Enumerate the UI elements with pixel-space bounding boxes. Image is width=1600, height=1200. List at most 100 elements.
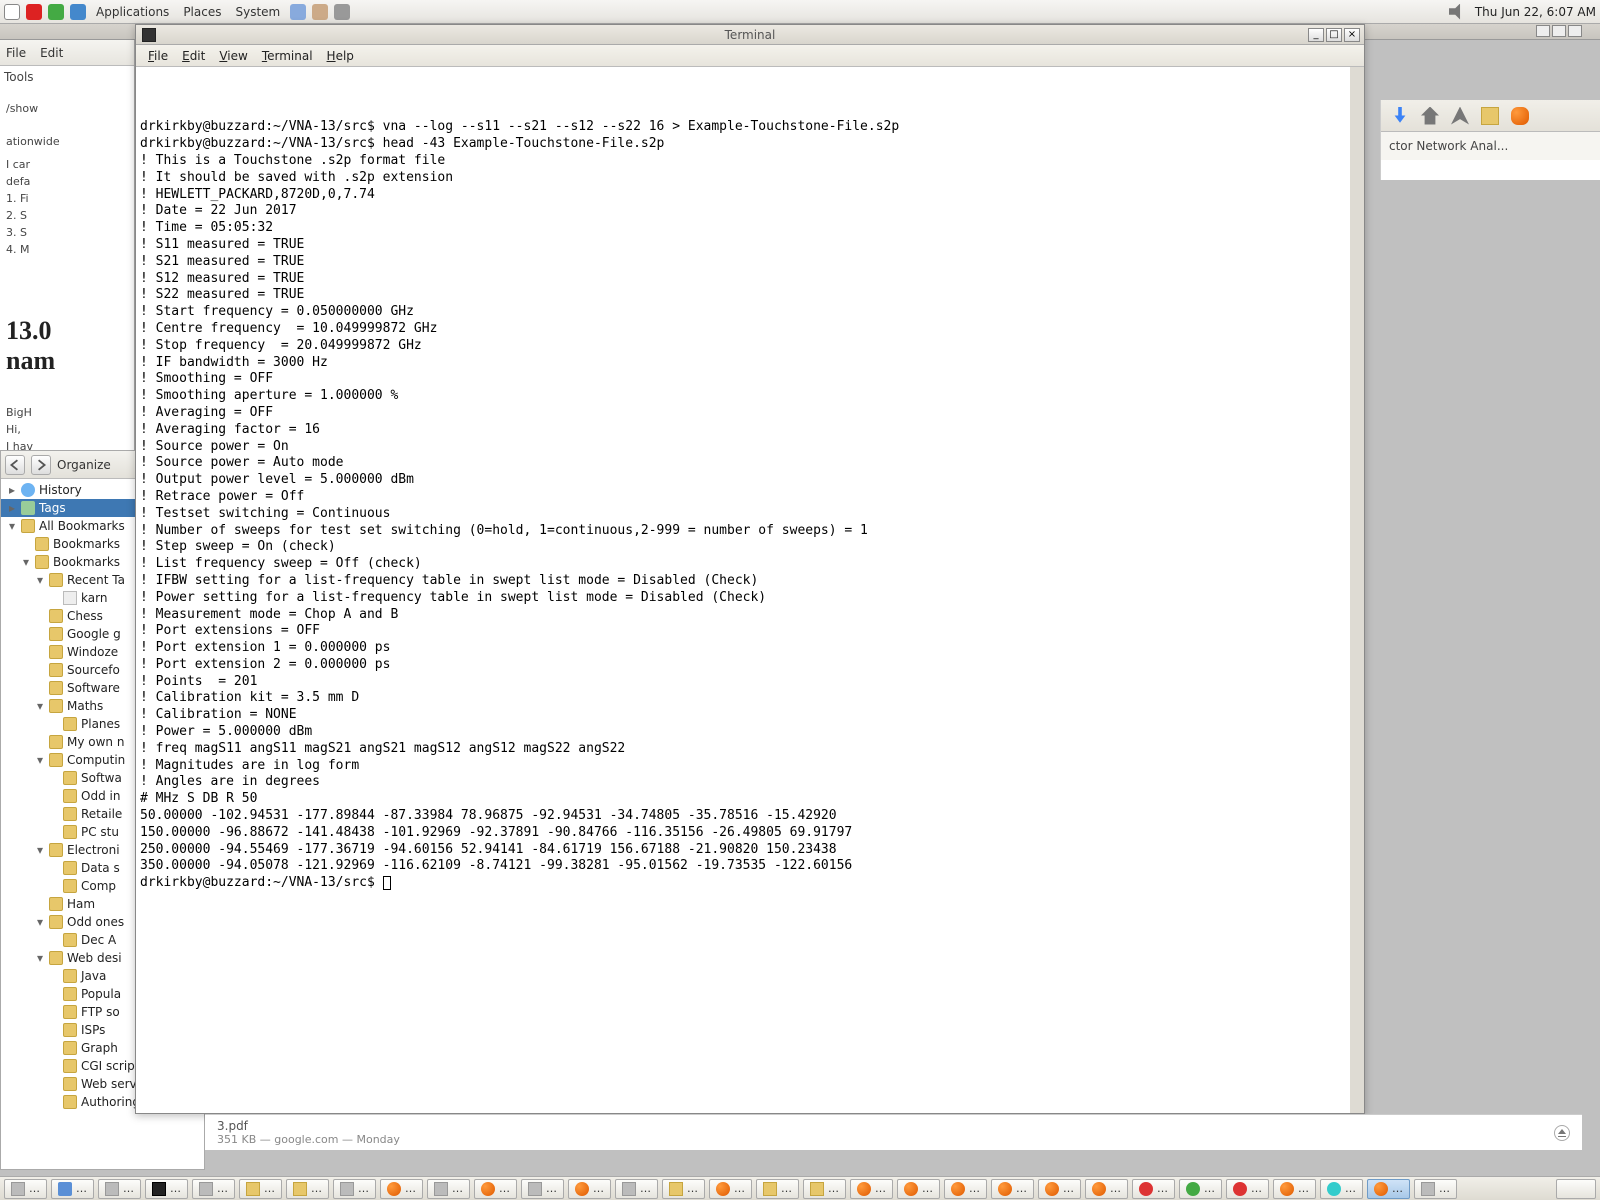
applications-menu[interactable]: Applications [92,3,173,21]
menu-edit[interactable]: Edit [176,47,211,65]
taskbar-button[interactable]: … [286,1179,329,1199]
taskbar-button[interactable]: … [944,1179,987,1199]
app-launcher-icon-2[interactable] [70,4,86,20]
taskbar-button[interactable]: … [662,1179,705,1199]
menu-file[interactable]: File [142,47,174,65]
tree-toggle-icon[interactable]: ▾ [7,519,17,533]
bg-text: /show [6,102,128,115]
shutdown-icon[interactable] [26,4,42,20]
tree-toggle-icon[interactable]: ▸ [7,483,17,497]
organize-menu[interactable]: Organize [57,458,111,472]
places-menu[interactable]: Places [179,3,225,21]
taskbar-button[interactable]: … [98,1179,141,1199]
system-menu[interactable]: System [231,3,284,21]
close-button[interactable]: × [1344,28,1360,42]
send-icon[interactable] [1451,107,1469,125]
taskbar-button[interactable]: … [1038,1179,1081,1199]
taskbar-button[interactable]: … [1320,1179,1363,1199]
taskbar-label: … [1204,1182,1215,1195]
tree-label: Tags [39,501,66,515]
tree-label: Bookmarks [53,555,120,569]
terminal-line: ! Calibration kit = 3.5 mm D [140,690,1346,707]
terminal-app-icon [142,28,156,42]
bg-window-control[interactable] [1536,25,1550,37]
taskbar-button[interactable]: … [1414,1179,1457,1199]
tree-toggle-icon[interactable]: ▾ [35,573,45,587]
taskbar-button[interactable]: … [239,1179,282,1199]
taskbar-button[interactable]: … [145,1179,188,1199]
taskbar-button[interactable]: … [4,1179,47,1199]
download-item[interactable]: 3.pdf 351 KB — google.com — Monday [205,1114,1582,1150]
window-controls: _ □ × [1308,28,1360,42]
workspace-switcher[interactable] [1556,1179,1596,1199]
taskbar-button[interactable]: … [380,1179,423,1199]
menu-help[interactable]: Help [321,47,360,65]
taskbar-button[interactable]: … [474,1179,517,1199]
tree-toggle-icon[interactable]: ▾ [35,843,45,857]
taskbar-button[interactable]: … [568,1179,611,1199]
taskbar-button[interactable]: … [51,1179,94,1199]
bg-window-control[interactable] [1568,25,1582,37]
firefox-icon[interactable] [1511,107,1529,125]
background-browser-window: ctor Network Anal... [1380,100,1600,180]
bg-window-control[interactable] [1552,25,1566,37]
browser-toolbar [1381,100,1600,132]
taskbar-button[interactable]: … [709,1179,752,1199]
tray-icon-3[interactable] [334,4,350,20]
taskbar-button[interactable]: … [1367,1179,1410,1199]
folder-icon [63,825,77,839]
eject-icon[interactable] [1554,1125,1570,1141]
tree-label: Comp [81,879,116,893]
tree-toggle-icon[interactable]: ▾ [35,951,45,965]
tray-icon-1[interactable] [290,4,306,20]
download-icon[interactable] [1391,107,1409,125]
taskbar-button[interactable]: … [850,1179,893,1199]
taskbar-button[interactable]: … [333,1179,376,1199]
taskbar-button[interactable]: … [1273,1179,1316,1199]
maximize-button[interactable]: □ [1326,28,1342,42]
app-launcher-icon[interactable] [48,4,64,20]
bg-menu-file[interactable]: File [6,46,26,60]
bookmarks-icon[interactable] [1481,107,1499,125]
menu-view[interactable]: View [213,47,253,65]
taskbar-button[interactable]: … [427,1179,470,1199]
terminal-titlebar[interactable]: Terminal _ □ × [136,25,1364,45]
taskbar-button[interactable]: … [615,1179,658,1199]
taskbar-button[interactable]: … [521,1179,564,1199]
taskbar-app-icon [857,1182,871,1196]
bg-tools-label[interactable]: Tools [4,70,34,84]
taskbar-button[interactable]: … [897,1179,940,1199]
volume-icon[interactable] [1449,4,1465,20]
taskbar-button[interactable]: … [756,1179,799,1199]
back-button[interactable] [5,455,25,475]
forward-button[interactable] [31,455,51,475]
taskbar-button[interactable]: … [1179,1179,1222,1199]
minimize-button[interactable]: _ [1308,28,1324,42]
window-list-icon[interactable] [4,4,20,20]
tree-toggle-icon[interactable]: ▾ [21,555,31,569]
taskbar-app-icon [998,1182,1012,1196]
browser-tab[interactable]: ctor Network Anal... [1381,132,1600,160]
taskbar-button[interactable]: … [803,1179,846,1199]
scrollbar-thumb[interactable] [1352,71,1362,131]
home-icon[interactable] [1421,107,1439,125]
taskbar-button[interactable]: … [1085,1179,1128,1199]
folder-icon [63,1023,77,1037]
taskbar-button[interactable]: … [991,1179,1034,1199]
terminal-window: Terminal _ □ × File Edit View Terminal H… [135,24,1365,1114]
tree-toggle-icon[interactable]: ▸ [7,501,17,515]
clock[interactable]: Thu Jun 22, 6:07 AM [1475,5,1596,19]
tree-toggle-icon[interactable]: ▾ [35,915,45,929]
terminal-output[interactable]: drkirkby@buzzard:~/VNA-13/src$ vna --log… [136,67,1364,1113]
tree-toggle-icon[interactable]: ▾ [35,699,45,713]
taskbar-button[interactable]: … [1132,1179,1175,1199]
tree-toggle-icon[interactable]: ▾ [35,753,45,767]
taskbar-app-icon [58,1182,72,1196]
taskbar-button[interactable]: … [192,1179,235,1199]
taskbar-button[interactable]: … [1226,1179,1269,1199]
bg-menu-edit[interactable]: Edit [40,46,63,60]
menu-terminal[interactable]: Terminal [256,47,319,65]
taskbar-label: … [1157,1182,1168,1195]
tray-icon-2[interactable] [312,4,328,20]
taskbar-label: … [217,1182,228,1195]
